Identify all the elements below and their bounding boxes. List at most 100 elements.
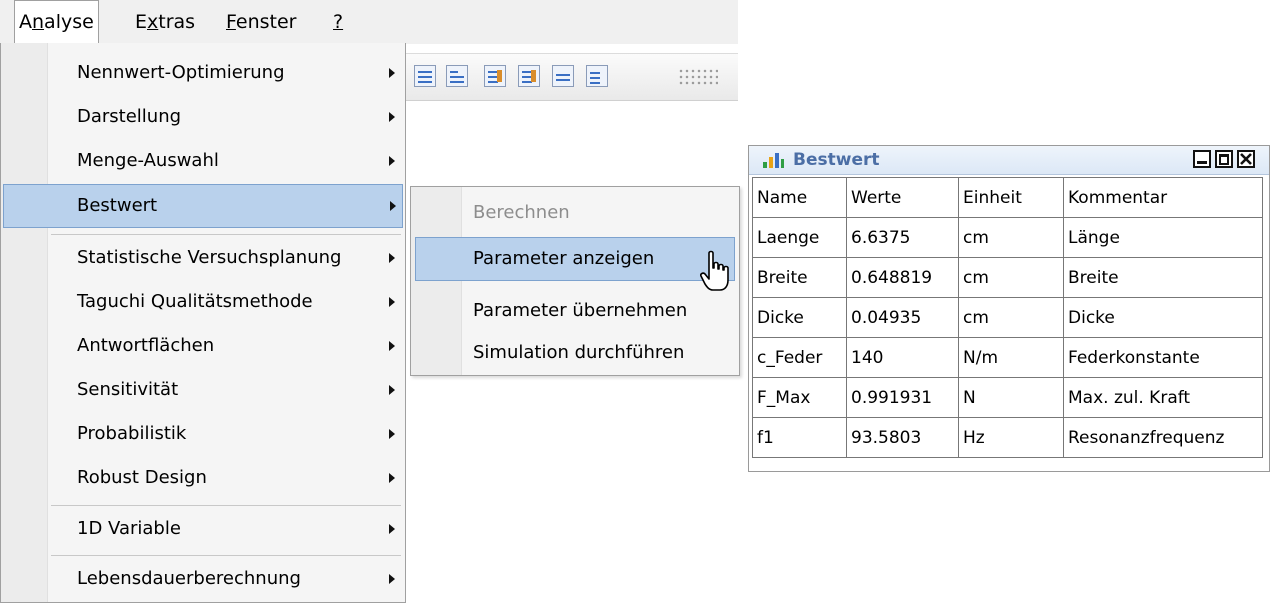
cell-name[interactable]: F_Max — [752, 377, 847, 418]
menu-item-sensitivitaet[interactable]: Sensitivität — [3, 368, 403, 412]
cell-werte[interactable]: 0.991931 — [846, 377, 959, 418]
hand-cursor-icon — [700, 250, 729, 291]
menu-item-label: Probabilistik — [77, 423, 187, 444]
cell-werte[interactable]: 0.648819 — [846, 257, 959, 298]
menu-item-label: Lebensdauerberechnung — [77, 568, 301, 589]
bestwert-window: Bestwert Name Werte Einheit Kommentar La… — [748, 145, 1270, 472]
cell-kommentar[interactable]: Federkonstante — [1063, 337, 1263, 378]
cell-einheit[interactable]: Hz — [958, 417, 1064, 458]
submenu-item-label: Berechnen — [473, 202, 570, 223]
cell-kommentar[interactable]: Breite — [1063, 257, 1263, 298]
table-row: F_Max 0.991931 N Max. zul. Kraft — [752, 377, 1263, 418]
menu-item-label: Taguchi Qualitätsmethode — [77, 291, 313, 312]
column-header-name[interactable]: Name — [752, 177, 847, 218]
cell-einheit[interactable]: N — [958, 377, 1064, 418]
submenu-item-label: Parameter übernehmen — [473, 300, 688, 321]
submenu-arrow-icon — [389, 297, 395, 307]
submenu-arrow-icon — [389, 156, 395, 166]
submenu-arrow-icon — [389, 473, 395, 483]
close-icon[interactable] — [1237, 150, 1255, 168]
table-row: Breite 0.648819 cm Breite — [752, 257, 1263, 298]
menu-item-label: 1D Variable — [77, 518, 181, 539]
menu-analyse[interactable]: Analyse — [14, 0, 99, 44]
toolbar — [406, 53, 738, 101]
submenu-arrow-icon — [389, 341, 395, 351]
menu-help[interactable]: ? — [329, 0, 347, 44]
column-header-kommentar[interactable]: Kommentar — [1063, 177, 1263, 218]
cell-einheit[interactable]: cm — [958, 297, 1064, 338]
menu-item-label: Bestwert — [77, 195, 158, 216]
menu-item-probabilistik[interactable]: Probabilistik — [3, 412, 403, 456]
cell-name[interactable]: Dicke — [752, 297, 847, 338]
menu-item-bestwert[interactable]: Bestwert — [3, 184, 403, 228]
menu-separator — [51, 505, 401, 506]
menu-item-label: Sensitivität — [77, 379, 179, 400]
submenu-item-berechnen[interactable]: Berechnen — [415, 191, 735, 235]
cell-name[interactable]: c_Feder — [752, 337, 847, 378]
window-title: Bestwert — [793, 150, 880, 170]
table-icon-button[interactable] — [414, 65, 436, 87]
menu-item-statistische-versuchsplanung[interactable]: Statistische Versuchsplanung — [3, 236, 403, 280]
table-row: c_Feder 140 N/m Federkonstante — [752, 337, 1263, 378]
cell-kommentar[interactable]: Dicke — [1063, 297, 1263, 338]
submenu-arrow-icon — [390, 201, 396, 211]
maximize-icon[interactable] — [1215, 150, 1233, 168]
submenu-arrow-icon — [389, 68, 395, 78]
menu-fenster[interactable]: Fenster — [222, 0, 300, 44]
minimize-icon[interactable] — [1193, 150, 1211, 168]
window-title-bar[interactable]: Bestwert — [749, 146, 1269, 175]
cell-name[interactable]: Breite — [752, 257, 847, 298]
menu-item-label: Menge-Auswahl — [77, 150, 219, 171]
menu-item-antwortflaechen[interactable]: Antwortflächen — [3, 324, 403, 368]
menu-help-label: ? — [333, 11, 344, 33]
submenu-arrow-icon — [389, 253, 395, 263]
cell-werte[interactable]: 0.04935 — [846, 297, 959, 338]
cell-werte[interactable]: 93.5803 — [846, 417, 959, 458]
grid-dot-icon-button[interactable] — [586, 65, 608, 87]
column-header-werte[interactable]: Werte — [846, 177, 959, 218]
submenu-arrow-icon — [389, 574, 395, 584]
bestwert-table: Name Werte Einheit Kommentar Laenge 6.63… — [752, 177, 1263, 458]
menu-item-nennwert-optimierung[interactable]: Nennwert-Optimierung — [3, 51, 403, 95]
submenu-item-parameter-uebernehmen[interactable]: Parameter übernehmen — [415, 289, 735, 333]
menu-item-1d-variable[interactable]: 1D Variable — [3, 507, 403, 551]
table-row: f1 93.5803 Hz Resonanzfrequenz — [752, 417, 1263, 458]
menu-bar: Analyse Extras Fenster ? — [0, 0, 738, 44]
list-e-icon-button[interactable] — [484, 65, 506, 87]
menu-separator — [51, 555, 401, 556]
submenu-arrow-icon — [389, 429, 395, 439]
cell-kommentar[interactable]: Max. zul. Kraft — [1063, 377, 1263, 418]
submenu-item-label: Simulation durchführen — [473, 342, 685, 363]
grid-icon-button[interactable] — [552, 65, 574, 87]
bestwert-submenu: Berechnen Parameter anzeigen Parameter ü… — [410, 186, 740, 376]
table-row: Laenge 6.6375 cm Länge — [752, 217, 1263, 258]
submenu-arrow-icon — [389, 385, 395, 395]
submenu-item-simulation-durchfuehren[interactable]: Simulation durchführen — [415, 331, 735, 375]
menu-item-taguchi[interactable]: Taguchi Qualitätsmethode — [3, 280, 403, 324]
menu-item-label: Statistische Versuchsplanung — [77, 247, 342, 268]
cell-werte[interactable]: 6.6375 — [846, 217, 959, 258]
menu-item-lebensdauerberechnung[interactable]: Lebensdauerberechnung — [3, 557, 403, 601]
cell-einheit[interactable]: cm — [958, 257, 1064, 298]
bar-chart-icon — [763, 153, 784, 168]
menu-extras[interactable]: Extras — [131, 0, 199, 44]
nom-icon-button[interactable] — [446, 65, 468, 87]
column-header-einheit[interactable]: Einheit — [958, 177, 1064, 218]
list-i-icon-button[interactable] — [518, 65, 540, 87]
cell-einheit[interactable]: cm — [958, 217, 1064, 258]
cell-kommentar[interactable]: Länge — [1063, 217, 1263, 258]
cell-name[interactable]: Laenge — [752, 217, 847, 258]
submenu-arrow-icon — [389, 524, 395, 534]
menu-item-darstellung[interactable]: Darstellung — [3, 95, 403, 139]
cell-einheit[interactable]: N/m — [958, 337, 1064, 378]
menu-item-robust-design[interactable]: Robust Design — [3, 456, 403, 500]
menu-analyse-label: Analyse — [19, 11, 94, 33]
submenu-item-parameter-anzeigen[interactable]: Parameter anzeigen — [415, 237, 735, 281]
cell-name[interactable]: f1 — [752, 417, 847, 458]
cell-kommentar[interactable]: Resonanzfrequenz — [1063, 417, 1263, 458]
analyse-dropdown-menu: Nennwert-Optimierung Darstellung Menge-A… — [0, 43, 406, 603]
menu-item-menge-auswahl[interactable]: Menge-Auswahl — [3, 139, 403, 183]
menu-extras-label: Extras — [135, 11, 196, 33]
toolbar-grip-icon[interactable] — [678, 68, 718, 86]
cell-werte[interactable]: 140 — [846, 337, 959, 378]
